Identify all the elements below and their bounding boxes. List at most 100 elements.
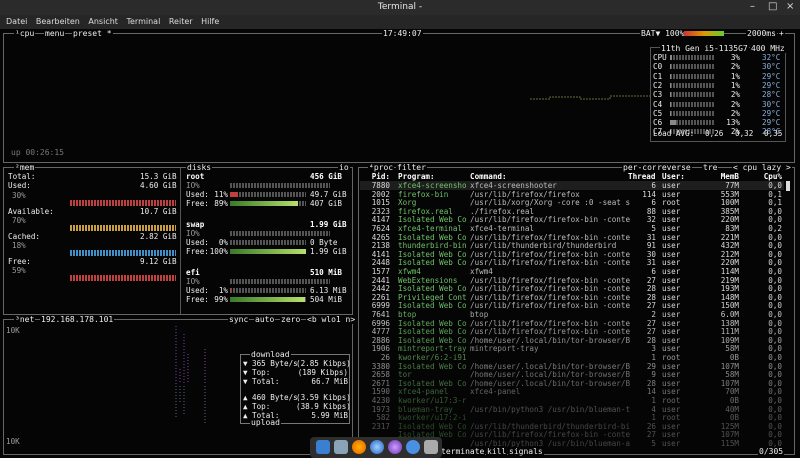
cpu-freq: 400 MHz <box>750 44 786 53</box>
menu-reiter[interactable]: Reiter <box>169 17 193 26</box>
net-ip: 192.168.178.101 <box>40 315 115 324</box>
disk-used-pct: 11% <box>214 190 228 199</box>
core-name: C5 <box>653 108 663 118</box>
download-value: 365 Byte/s <box>252 359 298 368</box>
clock: 17:49:07 <box>382 29 423 38</box>
kill-button[interactable]: kill <box>486 447 508 456</box>
proc-header[interactable]: Command: <box>470 172 630 181</box>
maximize-button[interactable]: □ <box>768 1 777 12</box>
mem-label[interactable]: ²mem <box>14 163 36 172</box>
core-temp: 29°C <box>762 71 781 81</box>
core-bar-fill <box>670 92 672 98</box>
net-label[interactable]: ³net <box>14 315 36 324</box>
sort-selector[interactable]: < cpu lazy > <box>732 163 792 172</box>
disk-used-track <box>230 288 306 293</box>
mem-used-pct: 30% <box>12 191 26 200</box>
disk-free-pct: 99% <box>214 295 228 304</box>
menu-ansicht[interactable]: Ansicht <box>88 17 118 26</box>
disk-name: root <box>186 172 205 181</box>
core-bar-track <box>670 82 714 88</box>
auto-toggle[interactable]: auto <box>254 315 276 324</box>
signals-button[interactable]: signals <box>508 447 544 456</box>
core-bar-fill <box>670 110 672 116</box>
disk-used-label: Used: <box>186 190 209 199</box>
proc-header[interactable]: Cpu% <box>744 172 782 181</box>
network-icon[interactable] <box>406 440 420 454</box>
download-icon: ▼ <box>243 377 248 386</box>
menu-bar: Datei Bearbeiten Ansicht Terminal Reiter… <box>0 15 800 29</box>
core-bar-track <box>670 73 714 79</box>
menu-hilfe[interactable]: Hilfe <box>201 17 219 26</box>
proc-scrollbar[interactable] <box>786 181 790 191</box>
disk-used-pct: 1% <box>218 286 228 295</box>
proc-header[interactable]: MemB <box>705 172 739 181</box>
tor-icon[interactable] <box>388 440 402 454</box>
proc-header[interactable]: Program: <box>398 172 466 181</box>
mem-free-bar <box>70 275 176 281</box>
files-icon[interactable] <box>316 440 330 454</box>
folder-icon[interactable] <box>334 440 348 454</box>
disks-label[interactable]: disks <box>186 163 213 172</box>
disks-io-toggle[interactable]: io <box>338 163 350 172</box>
core-bar-track <box>670 64 714 70</box>
disk-free-label: Free: <box>186 295 209 304</box>
close-button[interactable]: × <box>786 1 794 12</box>
disk-io-bar <box>230 279 330 284</box>
minimize-button[interactable]: – <box>750 1 755 12</box>
disk-name: efi <box>186 268 200 277</box>
firefox-icon[interactable] <box>352 440 366 454</box>
proc-cell: 5 <box>651 439 656 448</box>
update-interval[interactable]: 2000ms <box>746 29 777 38</box>
cpu-label[interactable]: ¹cpu <box>14 29 36 38</box>
proc-header[interactable]: Threads: <box>628 172 656 181</box>
disk-io: IO% <box>186 181 200 190</box>
core-bar-fill <box>670 82 671 88</box>
proc-cell: 115M <box>720 439 739 448</box>
battery-bar <box>684 31 724 36</box>
proc-label[interactable]: ⁴proc <box>368 163 395 172</box>
trash-icon[interactable] <box>424 440 438 454</box>
terminal-area[interactable]: ¹cpu menu preset * 17:49:07 BAT▼ 100% 20… <box>0 29 800 458</box>
core-temp: 29°C <box>762 80 781 90</box>
tree-toggle[interactable]: tre <box>702 163 719 172</box>
disk-used-track <box>230 240 306 245</box>
disk-io: IO% <box>186 277 200 286</box>
disk-free-label: Free: <box>186 199 209 208</box>
sync-toggle[interactable]: sync <box>228 315 250 324</box>
proc-header[interactable]: Pid: <box>362 172 390 181</box>
menu-datei[interactable]: Datei <box>6 17 27 26</box>
menu-button[interactable]: menu <box>44 29 66 38</box>
disk-free-bar <box>230 201 298 206</box>
zero-toggle[interactable]: zero <box>280 315 302 324</box>
mem-available-label: Available: <box>8 207 54 216</box>
mem-available-bar <box>70 225 176 231</box>
proc-filter[interactable]: filter <box>396 163 427 172</box>
preset-button[interactable]: preset * <box>72 29 113 38</box>
core-temp: 30°C <box>762 99 781 109</box>
upload-icon: ▲ <box>243 393 248 402</box>
core-name: C4 <box>653 99 663 109</box>
proc-header[interactable]: User: <box>662 172 702 181</box>
download-icon: ▼ <box>243 359 248 368</box>
interval-plus-button[interactable]: + <box>778 29 785 38</box>
core-name: C0 <box>653 62 663 72</box>
disk-free-bar <box>230 249 306 254</box>
core-bar-fill <box>670 120 676 126</box>
mem-available: 10.7 GiB <box>140 207 177 216</box>
core-pct: 1% <box>730 80 740 90</box>
core-bar-track <box>670 110 714 116</box>
terminate-button[interactable]: terminate <box>440 447 486 456</box>
core-temp: 29°C <box>762 108 781 118</box>
reverse-toggle[interactable]: reverse <box>656 163 692 172</box>
thunderbird-icon[interactable] <box>370 440 384 454</box>
disk-used-pct: 0% <box>218 238 228 247</box>
core-pct: 2% <box>730 90 740 100</box>
core-pct: 2% <box>730 62 740 72</box>
menu-bearbeiten[interactable]: Bearbeiten <box>36 17 80 26</box>
iface-selector[interactable]: <b wlo1 n> <box>306 315 357 324</box>
core-bar-track <box>670 55 714 60</box>
menu-terminal[interactable]: Terminal <box>126 17 160 26</box>
disk-used: 49.7 GiB <box>310 190 347 199</box>
disks-divider <box>180 168 181 314</box>
core-pct: 2% <box>730 108 740 118</box>
